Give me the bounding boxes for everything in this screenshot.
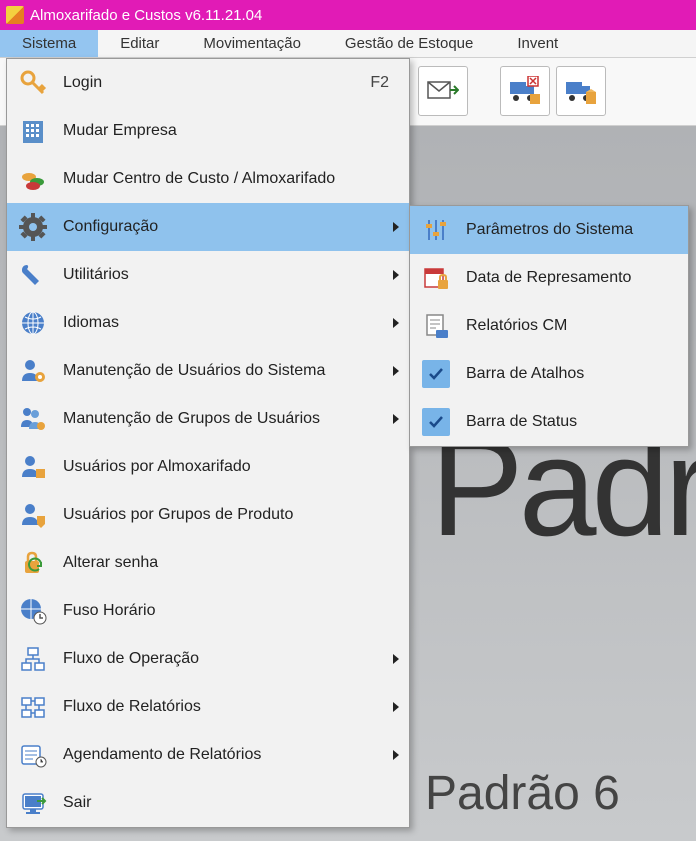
app-icon <box>6 6 24 24</box>
submenu-item-relatorios-cm[interactable]: Relatórios CM <box>410 302 688 350</box>
menu-item-configuracao[interactable]: Configuração <box>7 203 409 251</box>
submenu-arrow-icon <box>393 366 399 376</box>
submenu-label: Barra de Status <box>466 413 577 431</box>
menu-item-login[interactable]: Login F2 <box>7 59 409 107</box>
menu-item-usuarios-almoxarifado[interactable]: Usuários por Almoxarifado <box>7 443 409 491</box>
menu-label: Fluxo de Operação <box>63 650 399 668</box>
key-icon <box>17 67 49 99</box>
menu-item-fluxo-relatorios[interactable]: Fluxo de Relatórios <box>7 683 409 731</box>
menu-item-alterar-senha[interactable]: Alterar senha <box>7 539 409 587</box>
menu-item-agendamento-relatorios[interactable]: Agendamento de Relatórios <box>7 731 409 779</box>
submenu-label: Data de Represamento <box>466 269 631 287</box>
toolbar-mail-button[interactable] <box>418 66 468 116</box>
submenu-arrow-icon <box>393 654 399 664</box>
lock-cycle-icon <box>17 547 49 579</box>
menu-label: Mudar Centro de Custo / Almoxarifado <box>63 170 399 188</box>
users-gear-icon <box>17 403 49 435</box>
menu-item-manutencao-usuarios[interactable]: Manutenção de Usuários do Sistema <box>7 347 409 395</box>
submenu-item-parametros[interactable]: Parâmetros do Sistema <box>410 206 688 254</box>
wrench-icon <box>17 259 49 291</box>
globe-icon <box>17 307 49 339</box>
submenu-arrow-icon <box>393 270 399 280</box>
menu-label: Usuários por Grupos de Produto <box>63 506 399 524</box>
sliders-icon <box>420 214 452 246</box>
menu-item-utilitarios[interactable]: Utilitários <box>7 251 409 299</box>
submenu-arrow-icon <box>393 702 399 712</box>
menu-label: Alterar senha <box>63 554 399 572</box>
globe-time-icon <box>17 595 49 627</box>
titlebar: Almoxarifado e Custos v6.11.21.04 <box>0 0 696 30</box>
submenu-item-barra-status[interactable]: Barra de Status <box>410 398 688 446</box>
menu-shortcut: F2 <box>370 74 389 92</box>
building-icon <box>17 115 49 147</box>
menu-label: Idiomas <box>63 314 399 332</box>
user-box-icon <box>17 451 49 483</box>
menu-sistema[interactable]: Sistema <box>0 30 98 57</box>
configuracao-submenu: Parâmetros do Sistema Data de Represamen… <box>409 205 689 447</box>
check-icon <box>420 406 452 438</box>
menu-editar[interactable]: Editar <box>98 30 181 57</box>
submenu-arrow-icon <box>393 414 399 424</box>
menu-label: Manutenção de Usuários do Sistema <box>63 362 399 380</box>
calendar-lock-icon <box>420 262 452 294</box>
gear-icon <box>17 211 49 243</box>
menu-label: Agendamento de Relatórios <box>63 746 399 764</box>
coins-icon <box>17 163 49 195</box>
menu-item-mudar-centro[interactable]: Mudar Centro de Custo / Almoxarifado <box>7 155 409 203</box>
exit-icon <box>17 787 49 819</box>
submenu-label: Parâmetros do Sistema <box>466 221 633 239</box>
menu-gestao-estoque[interactable]: Gestão de Estoque <box>323 30 495 57</box>
menu-label: Fuso Horário <box>63 602 399 620</box>
menu-label: Manutenção de Grupos de Usuários <box>63 410 399 428</box>
user-tag-icon <box>17 499 49 531</box>
submenu-arrow-icon <box>393 222 399 232</box>
menu-item-usuarios-grupos-produto[interactable]: Usuários por Grupos de Produto <box>7 491 409 539</box>
sistema-dropdown: Login F2 Mudar Empresa Mudar Centro de C… <box>6 58 410 828</box>
menu-inventario[interactable]: Invent <box>495 30 580 57</box>
toolbar-truck-box-button[interactable] <box>556 66 606 116</box>
menu-label: Sair <box>63 794 399 812</box>
menu-item-sair[interactable]: Sair <box>7 779 409 827</box>
report-icon <box>420 310 452 342</box>
schedule-icon <box>17 739 49 771</box>
flow-report-icon <box>17 691 49 723</box>
menu-item-idiomas[interactable]: Idiomas <box>7 299 409 347</box>
toolbar-truck-cancel-button[interactable] <box>500 66 550 116</box>
menu-item-fluxo-operacao[interactable]: Fluxo de Operação <box>7 635 409 683</box>
menu-movimentacao[interactable]: Movimentação <box>181 30 323 57</box>
user-gear-icon <box>17 355 49 387</box>
submenu-item-data-represamento[interactable]: Data de Represamento <box>410 254 688 302</box>
menu-label: Utilitários <box>63 266 399 284</box>
menu-item-fuso-horario[interactable]: Fuso Horário <box>7 587 409 635</box>
menu-item-mudar-empresa[interactable]: Mudar Empresa <box>7 107 409 155</box>
window-title: Almoxarifado e Custos v6.11.21.04 <box>30 7 262 24</box>
menubar: Sistema Editar Movimentação Gestão de Es… <box>0 30 696 58</box>
bg-text-small: Padrão 6 <box>425 766 620 821</box>
check-icon <box>420 358 452 390</box>
submenu-label: Barra de Atalhos <box>466 365 584 383</box>
submenu-arrow-icon <box>393 750 399 760</box>
menu-label: Configuração <box>63 218 399 236</box>
menu-label: Usuários por Almoxarifado <box>63 458 399 476</box>
menu-label: Fluxo de Relatórios <box>63 698 399 716</box>
submenu-item-barra-atalhos[interactable]: Barra de Atalhos <box>410 350 688 398</box>
menu-item-manutencao-grupos[interactable]: Manutenção de Grupos de Usuários <box>7 395 409 443</box>
submenu-arrow-icon <box>393 318 399 328</box>
submenu-label: Relatórios CM <box>466 317 567 335</box>
flow-icon <box>17 643 49 675</box>
menu-label: Mudar Empresa <box>63 122 399 140</box>
menu-label: Login <box>63 74 370 92</box>
